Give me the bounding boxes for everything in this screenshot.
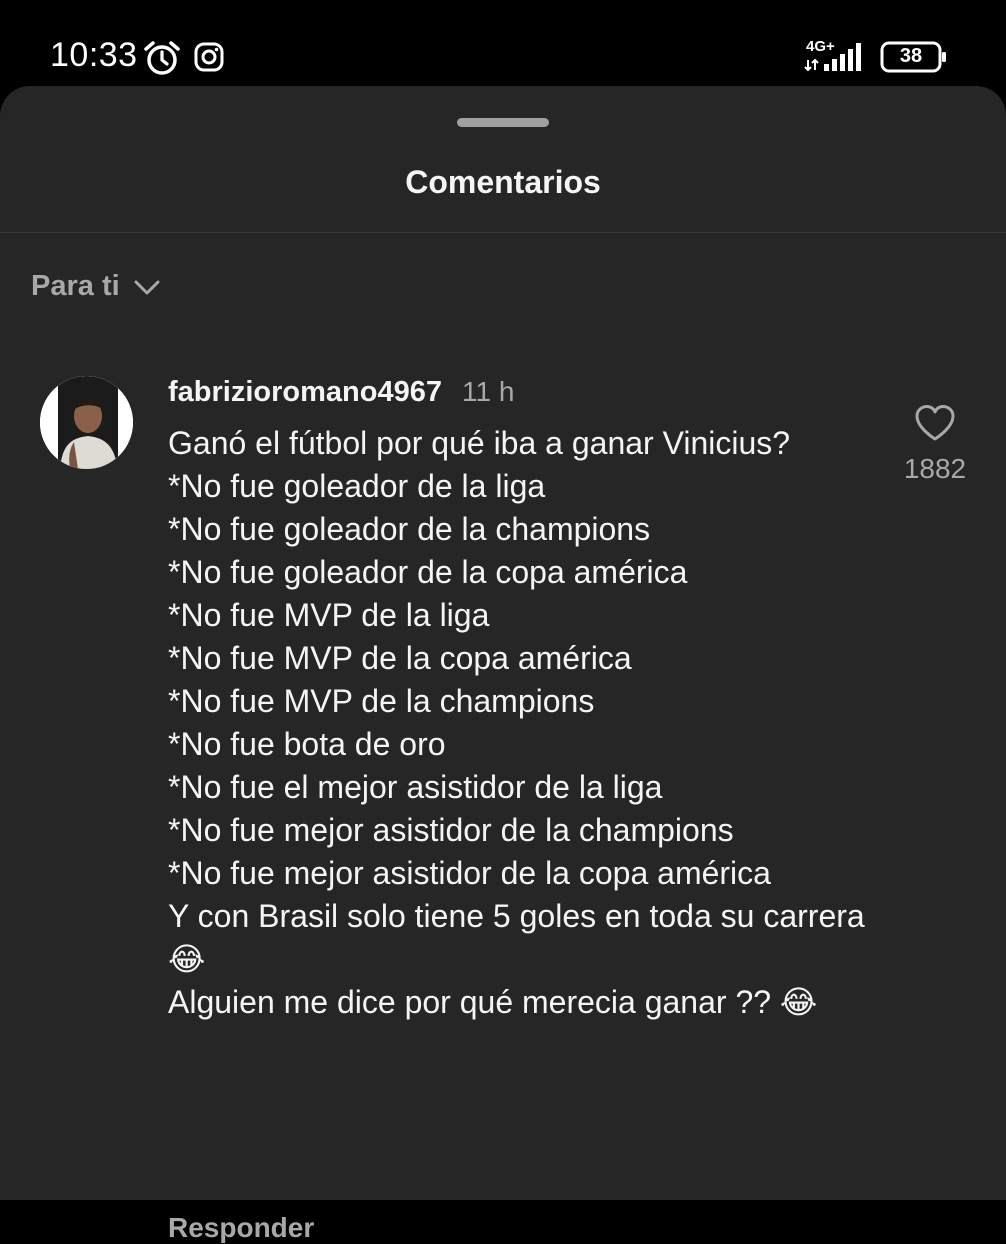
status-time: 10:33 xyxy=(50,36,138,74)
like-group: 1882 xyxy=(890,404,980,485)
sort-label: Para ti xyxy=(31,270,120,302)
sort-dropdown[interactable]: Para ti xyxy=(31,270,160,303)
sheet-title: Comentarios xyxy=(405,164,601,200)
battery-level: 38 xyxy=(899,45,923,67)
comment-text: Ganó el fútbol por qué iba a ganar Vinic… xyxy=(168,425,865,1020)
comment-timestamp: 11 h xyxy=(461,376,515,407)
signal-icon xyxy=(804,43,861,72)
divider xyxy=(0,232,1006,233)
avatar-image xyxy=(40,376,133,469)
chevron-down-icon xyxy=(134,280,160,294)
comment-header: fabrizioromano4967 11 h xyxy=(168,376,514,409)
drag-handle[interactable] xyxy=(457,118,549,127)
avatar[interactable] xyxy=(40,376,133,469)
alarm-icon xyxy=(144,41,180,75)
reply-button[interactable]: Responder xyxy=(168,1212,314,1244)
heart-icon[interactable] xyxy=(914,404,956,442)
status-bar: 10:33 4G+ 38 xyxy=(0,0,1006,86)
comments-sheet: Comentarios Para ti fabrizioromano4967 1… xyxy=(0,86,1006,1243)
instagram-icon xyxy=(194,42,224,72)
comment-username[interactable]: fabrizioromano4967 xyxy=(168,376,442,409)
like-count: 1882 xyxy=(903,453,967,484)
